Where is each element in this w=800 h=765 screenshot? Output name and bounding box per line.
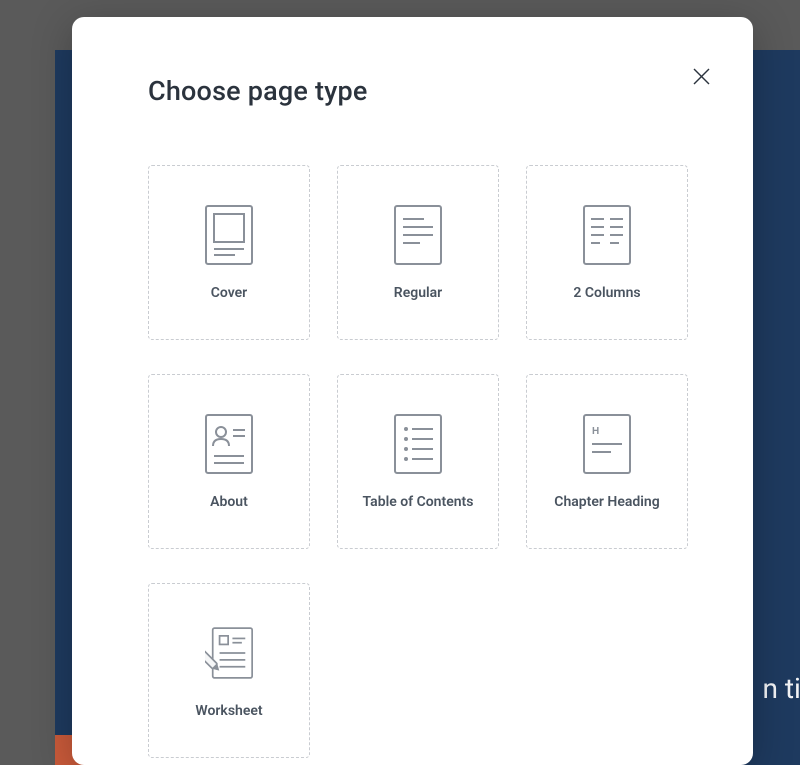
option-label: About <box>210 494 248 510</box>
worksheet-icon <box>205 623 253 683</box>
svg-text:H: H <box>592 426 599 437</box>
chapter-heading-icon: H <box>583 414 631 474</box>
two-columns-icon <box>583 205 631 265</box>
table-of-contents-icon <box>394 414 442 474</box>
option-two-columns[interactable]: 2 Columns <box>526 165 688 340</box>
option-about[interactable]: About <box>148 374 310 549</box>
option-label: Cover <box>211 285 247 301</box>
background-peek-text: n tit <box>762 672 800 705</box>
option-table-of-contents[interactable]: Table of Contents <box>337 374 499 549</box>
option-regular[interactable]: Regular <box>337 165 499 340</box>
cover-icon <box>205 205 253 265</box>
modal-header: Choose page type <box>72 47 753 107</box>
page-type-modal: Choose page type Cover <box>72 17 753 765</box>
option-worksheet[interactable]: Worksheet <box>148 583 310 758</box>
option-label: Regular <box>394 285 442 301</box>
close-icon <box>693 68 710 85</box>
option-cover[interactable]: Cover <box>148 165 310 340</box>
close-button[interactable] <box>689 64 713 88</box>
option-label: Worksheet <box>195 703 262 719</box>
option-label: 2 Columns <box>573 285 640 301</box>
modal-title: Choose page type <box>148 75 368 107</box>
about-icon <box>205 414 253 474</box>
option-label: Table of Contents <box>363 494 474 510</box>
regular-icon <box>394 205 442 265</box>
option-label: Chapter Heading <box>554 494 659 510</box>
option-chapter-heading[interactable]: H Chapter Heading <box>526 374 688 549</box>
page-type-grid: Cover Regular <box>72 107 753 758</box>
